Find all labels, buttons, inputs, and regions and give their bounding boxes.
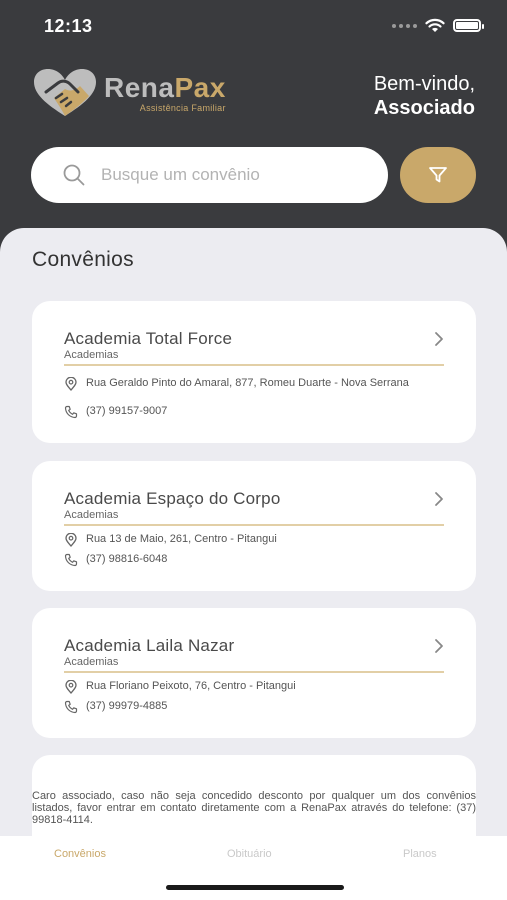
card-phone: (37) 99979-4885	[86, 700, 168, 712]
search-input[interactable]	[99, 164, 373, 186]
card-category: Academias	[64, 656, 119, 668]
card-category: Academias	[64, 349, 119, 361]
card-address: Rua Floriano Peixoto, 76, Centro - Pitan…	[86, 680, 296, 692]
signal-dots-icon	[392, 23, 417, 28]
card-phone-row[interactable]: (37) 99157-9007	[64, 405, 444, 419]
chevron-right-icon	[435, 492, 443, 506]
search-bar[interactable]	[31, 147, 388, 203]
filter-icon	[429, 167, 447, 183]
chevron-right-icon	[435, 332, 443, 346]
chevron-right-icon	[435, 639, 443, 653]
card-divider	[64, 364, 444, 366]
phone-icon	[64, 553, 78, 567]
home-indicator[interactable]	[166, 885, 344, 890]
tab-planos[interactable]: Planos	[403, 848, 437, 860]
card-category: Academias	[64, 509, 119, 521]
tab-obituario[interactable]: Obituário	[227, 848, 272, 860]
phone-icon	[64, 700, 78, 714]
card-address: Rua 13 de Maio, 261, Centro - Pitangui	[86, 533, 277, 545]
card-address-row: Rua Geraldo Pinto do Amaral, 877, Romeu …	[64, 377, 444, 391]
welcome-line1: Bem-vindo,	[373, 73, 475, 95]
filter-button[interactable]	[400, 147, 476, 203]
brand-logo: RenaPax Assistência Familiar	[32, 68, 226, 118]
card-divider	[64, 671, 444, 673]
convenio-card[interactable]: Academia Espaço do Corpo Academias Rua 1…	[32, 461, 476, 591]
status-icons	[392, 18, 484, 33]
card-phone: (37) 98816-6048	[86, 553, 168, 565]
card-name: Academia Total Force	[64, 329, 233, 348]
phone-icon	[64, 405, 78, 419]
card-address-row: Rua Floriano Peixoto, 76, Centro - Pitan…	[64, 680, 444, 694]
card-address-row: Rua 13 de Maio, 261, Centro - Pitangui	[64, 533, 444, 547]
welcome-line2: Associado	[373, 97, 475, 119]
search-icon	[63, 164, 85, 186]
card-name: Academia Laila Nazar	[64, 636, 235, 655]
disclaimer-text: Caro associado, caso não seja concedido …	[32, 790, 476, 826]
location-pin-icon	[65, 377, 77, 391]
tab-bar: Convênios Obituário Planos	[0, 836, 507, 900]
brand-subtitle: Assistência Familiar	[139, 102, 226, 113]
app-header: 12:13 RenaPax Assistência Familiar Bem-v…	[0, 0, 507, 260]
section-title: Convênios	[32, 248, 134, 271]
welcome-message: Bem-vindo, Associado	[374, 72, 475, 120]
status-bar: 12:13	[0, 0, 507, 52]
card-name: Academia Espaço do Corpo	[64, 489, 281, 508]
battery-icon	[453, 19, 484, 32]
convenio-card[interactable]: Academia Laila Nazar Academias Rua Flori…	[32, 608, 476, 738]
location-pin-icon	[65, 533, 77, 547]
content-panel: Convênios Academia Total Force Academias…	[0, 228, 507, 838]
status-time: 12:13	[44, 16, 93, 36]
card-phone-row[interactable]: (37) 98816-6048	[64, 553, 444, 567]
card-divider	[64, 524, 444, 526]
card-phone: (37) 99157-9007	[86, 405, 168, 417]
handshake-heart-logo-icon	[34, 69, 96, 116]
location-pin-icon	[65, 680, 77, 694]
wifi-icon	[425, 18, 445, 32]
tab-convenios[interactable]: Convênios	[54, 848, 106, 860]
convenio-card[interactable]: Academia Total Force Academias Rua Geral…	[32, 301, 476, 443]
brand-name: RenaPax	[104, 71, 226, 103]
card-address: Rua Geraldo Pinto do Amaral, 877, Romeu …	[86, 377, 409, 389]
card-phone-row[interactable]: (37) 99979-4885	[64, 700, 444, 714]
